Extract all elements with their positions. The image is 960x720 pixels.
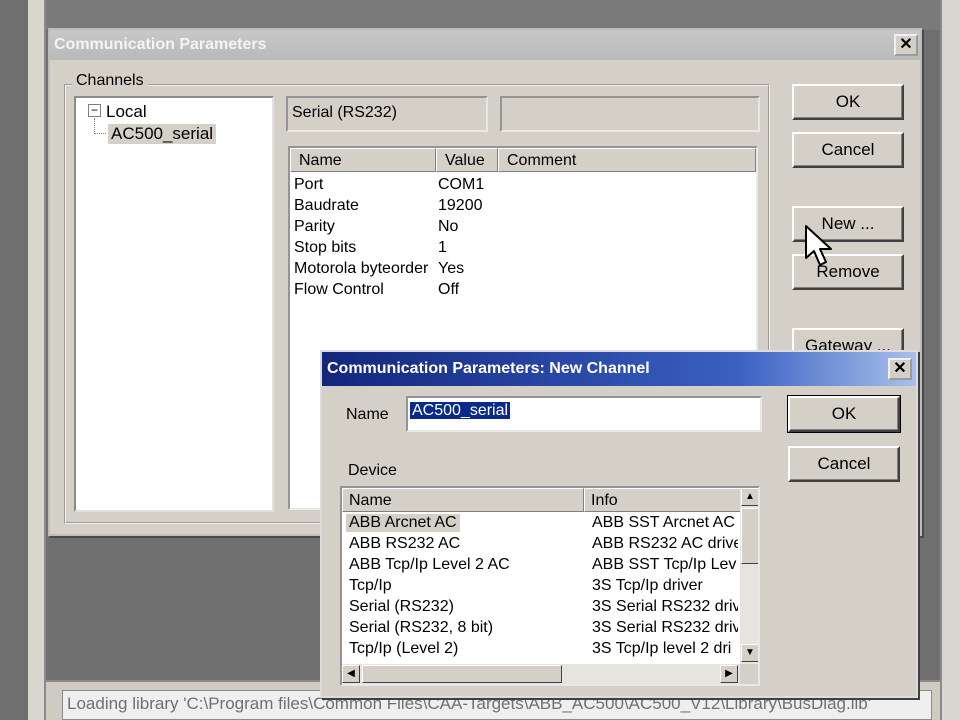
device-info: ABB SST Tcp/Ip Lev	[592, 556, 737, 573]
param-value: 1	[438, 239, 447, 256]
list-item[interactable]: Tcp/Ip 3S Tcp/Ip driver	[344, 577, 738, 598]
device-list[interactable]: Name Info ABB Arcnet AC ABB SST Arcnet AC…	[340, 486, 760, 686]
device-name: ABB Tcp/Ip Level 2 AC	[349, 556, 510, 573]
list-item[interactable]: ABB RS232 AC ABB RS232 AC drive	[344, 535, 738, 556]
column-header-name[interactable]: Name	[290, 148, 436, 172]
device-info: 3S Serial RS232 driv	[592, 598, 738, 615]
channels-label: Channels	[72, 72, 148, 90]
list-item[interactable]: Serial (RS232) 3S Serial RS232 driv	[344, 598, 738, 619]
channel-tree[interactable]: − Local AC500_serial	[74, 96, 274, 512]
app-frame-right	[940, 0, 960, 720]
device-info: 3S Tcp/Ip level 2 dri	[592, 640, 732, 657]
device-label: Device	[348, 462, 397, 479]
app-frame-left	[28, 0, 46, 720]
tree-item-ac500-serial[interactable]: AC500_serial	[108, 124, 217, 144]
scroll-right-icon[interactable]: ▶	[720, 665, 738, 683]
horizontal-scrollbar[interactable]: ◀ ▶	[342, 664, 740, 684]
cancel-button[interactable]: Cancel	[788, 446, 900, 482]
protocol-info-field	[500, 96, 760, 132]
param-name: Motorola byteorder	[294, 260, 429, 277]
tree-line	[94, 133, 106, 134]
column-header-name[interactable]: Name	[342, 488, 584, 512]
scroll-up-icon[interactable]: ▲	[741, 488, 758, 506]
device-info: 3S Serial RS232 driv	[592, 619, 738, 636]
scrollbar-corner	[740, 664, 758, 684]
new-channel-dialog: Communication Parameters: New Channel ✕ …	[320, 350, 918, 698]
device-info: ABB RS232 AC drive	[592, 535, 738, 552]
name-label: Name	[346, 406, 389, 423]
param-value: Off	[438, 281, 460, 298]
column-header-value[interactable]: Value	[436, 148, 498, 172]
param-name: Port	[294, 176, 324, 193]
device-info: ABB SST Arcnet AC	[592, 514, 735, 531]
horizontal-scroll-thumb[interactable]	[362, 665, 562, 683]
vertical-scrollbar[interactable]: ▲ ▼	[740, 488, 758, 664]
cancel-button[interactable]: Cancel	[792, 132, 904, 168]
device-name: Tcp/Ip (Level 2)	[349, 640, 459, 657]
list-item[interactable]: ABB Arcnet AC ABB SST Arcnet AC	[344, 514, 738, 535]
device-info: 3S Tcp/Ip driver	[592, 577, 703, 594]
param-name: Parity	[294, 218, 335, 235]
app-background	[46, 0, 940, 30]
list-item[interactable]: Serial (RS232, 8 bit) 3S Serial RS232 dri…	[344, 619, 738, 640]
mouse-cursor-icon	[805, 225, 832, 266]
tree-line	[94, 118, 95, 134]
device-name: ABB Arcnet AC	[346, 514, 460, 532]
list-item[interactable]: Tcp/Ip (Level 2) 3S Tcp/Ip level 2 dri	[344, 640, 738, 661]
column-header-comment[interactable]: Comment	[498, 148, 756, 172]
list-item[interactable]: ABB Tcp/Ip Level 2 AC ABB SST Tcp/Ip Lev	[344, 556, 738, 577]
collapse-icon[interactable]: −	[88, 104, 101, 117]
scroll-left-icon[interactable]: ◀	[342, 665, 360, 683]
new-channel-dialog-title: Communication Parameters: New Channel	[322, 352, 916, 386]
close-icon[interactable]: ✕	[888, 358, 912, 380]
device-name: Tcp/Ip	[349, 577, 392, 594]
channel-name-value: AC500_serial	[410, 402, 511, 419]
device-name: ABB RS232 AC	[349, 535, 461, 552]
param-value: No	[438, 218, 459, 235]
device-name: Serial (RS232)	[349, 598, 454, 615]
param-name: Baudrate	[294, 197, 359, 214]
param-name: Flow Control	[294, 281, 384, 298]
column-header-info[interactable]: Info	[584, 488, 744, 512]
param-name: Stop bits	[294, 239, 357, 256]
ok-button[interactable]: OK	[792, 84, 904, 120]
param-value: 19200	[438, 197, 483, 214]
tree-item-local[interactable]: Local	[106, 102, 147, 122]
param-value: COM1	[438, 176, 485, 193]
channel-name-input[interactable]: AC500_serial	[406, 396, 762, 432]
protocol-field: Serial (RS232)	[286, 96, 488, 132]
ok-button[interactable]: OK	[787, 395, 901, 433]
scroll-down-icon[interactable]: ▼	[741, 644, 758, 662]
close-icon[interactable]: ✕	[894, 34, 918, 56]
device-name: Serial (RS232, 8 bit)	[349, 619, 494, 636]
vertical-scroll-thumb[interactable]	[741, 508, 758, 564]
dialog-title: Communication Parameters	[50, 30, 920, 60]
param-value: Yes	[438, 260, 465, 277]
